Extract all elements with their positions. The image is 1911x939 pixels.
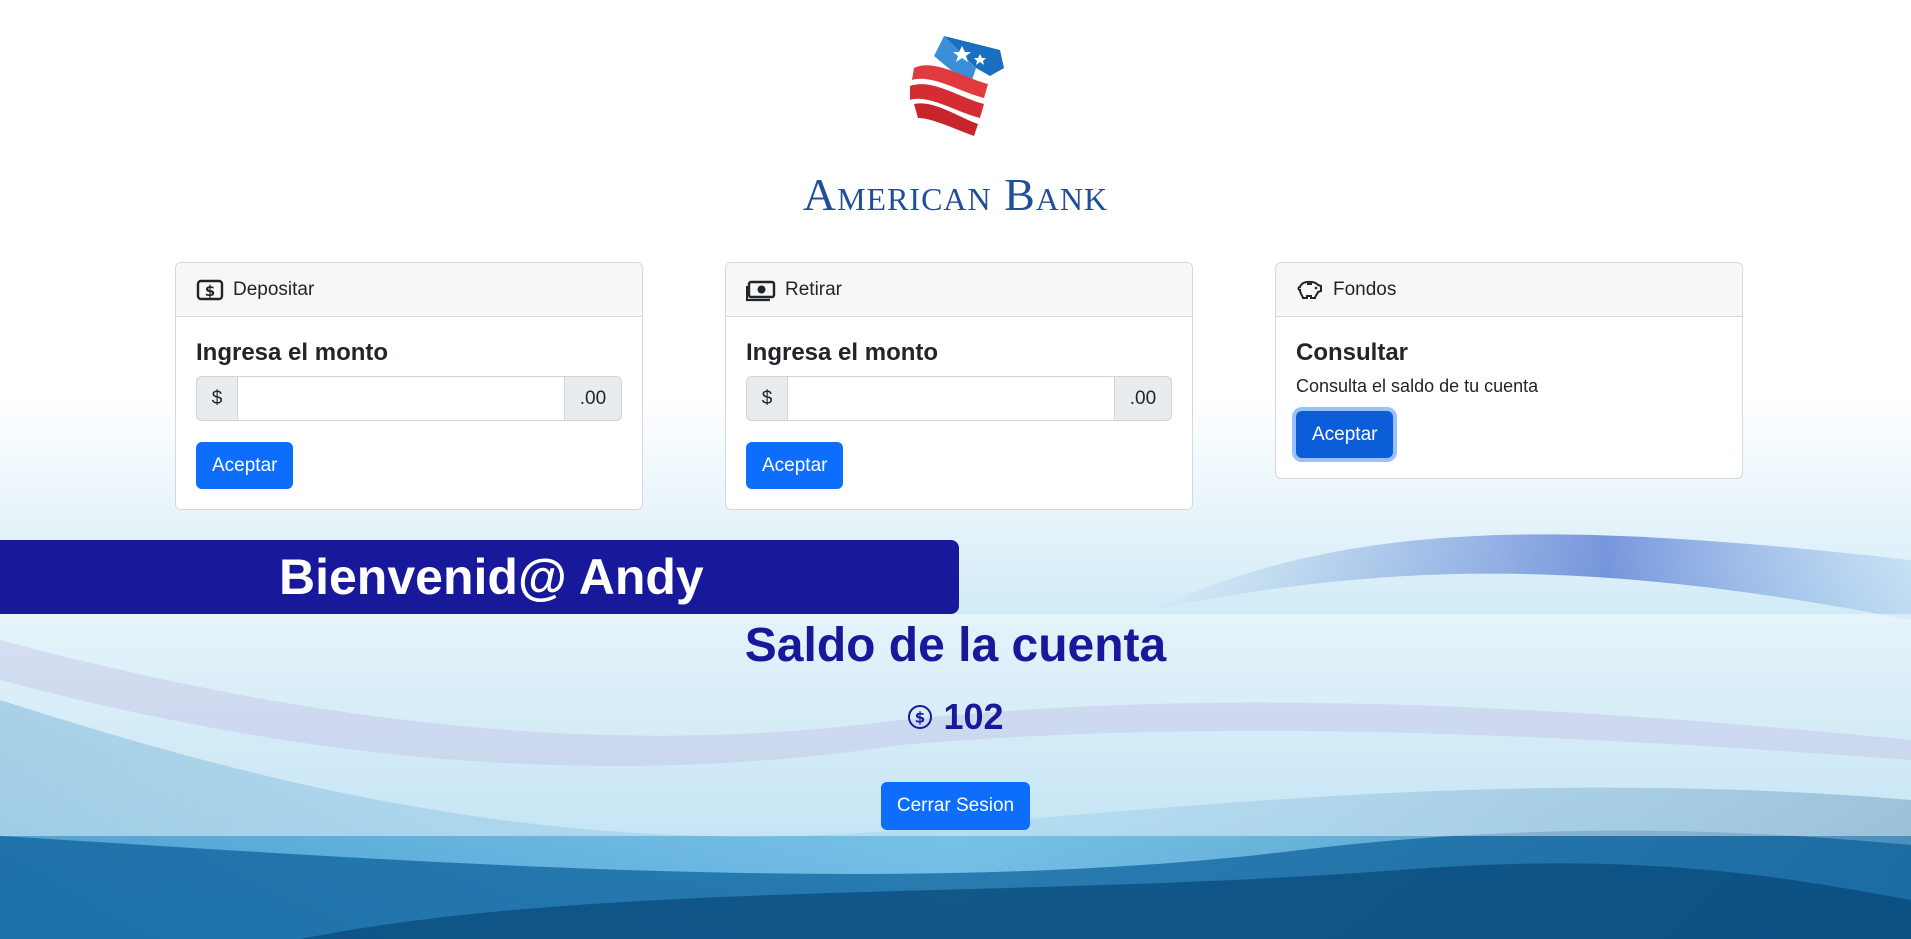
withdraw-card: Retirar Ingresa el monto $ .00 Aceptar [725,262,1193,510]
consult-accept-button[interactable]: Aceptar [1296,411,1394,458]
cash-dollar-icon: $ [196,279,224,300]
welcome-text: Bienvenid@ Andy [279,549,704,605]
decimal-suffix: .00 [564,376,622,421]
funds-card-header: Fondos [1276,263,1742,317]
withdraw-card-title: Retirar [785,278,843,300]
coin-icon: $ [908,705,933,729]
welcome-banner: Bienvenid@ Andy [0,540,959,614]
currency-prefix: $ [746,376,788,421]
deposit-amount-label: Ingresa el monto [196,339,389,366]
decimal-suffix: .00 [1114,376,1172,421]
currency-prefix: $ [196,376,238,421]
deposit-card-title: Depositar [233,278,315,300]
deposit-accept-button[interactable]: Aceptar [196,442,294,489]
svg-text:$: $ [205,282,215,300]
consult-description: Consulta el saldo de tu cuenta [1296,376,1539,396]
deposit-input-group: $ .00 [196,376,622,421]
piggy-bank-icon [1297,280,1322,299]
bank-name: American Bank [802,169,1109,220]
withdraw-amount-input[interactable] [788,376,1114,421]
consult-title: Consultar [1296,339,1409,366]
bank-logo [910,36,1004,136]
logout-button[interactable]: Cerrar Sesion [880,782,1031,830]
withdraw-card-header: Retirar [726,263,1192,317]
withdraw-input-group: $ .00 [746,376,1172,421]
logout-area: Cerrar Sesion [0,782,1911,830]
withdraw-accept-button[interactable]: Aceptar [746,442,844,489]
balance-display: $ 102 [0,696,1911,738]
deposit-card: $ Depositar Ingresa el monto $ .00 Acept… [175,262,643,510]
withdraw-amount-label: Ingresa el monto [746,339,939,366]
svg-text:$: $ [915,709,925,727]
balance-title: Saldo de la cuenta [744,619,1167,672]
funds-card-title: Fondos [1333,278,1397,300]
deposit-amount-input[interactable] [238,376,564,421]
cash-stack-icon [746,280,776,301]
funds-card: Fondos Consultar Consulta el saldo de tu… [1275,262,1743,479]
deposit-card-header: $ Depositar [176,263,642,317]
balance-amount: 102 [943,696,1004,737]
